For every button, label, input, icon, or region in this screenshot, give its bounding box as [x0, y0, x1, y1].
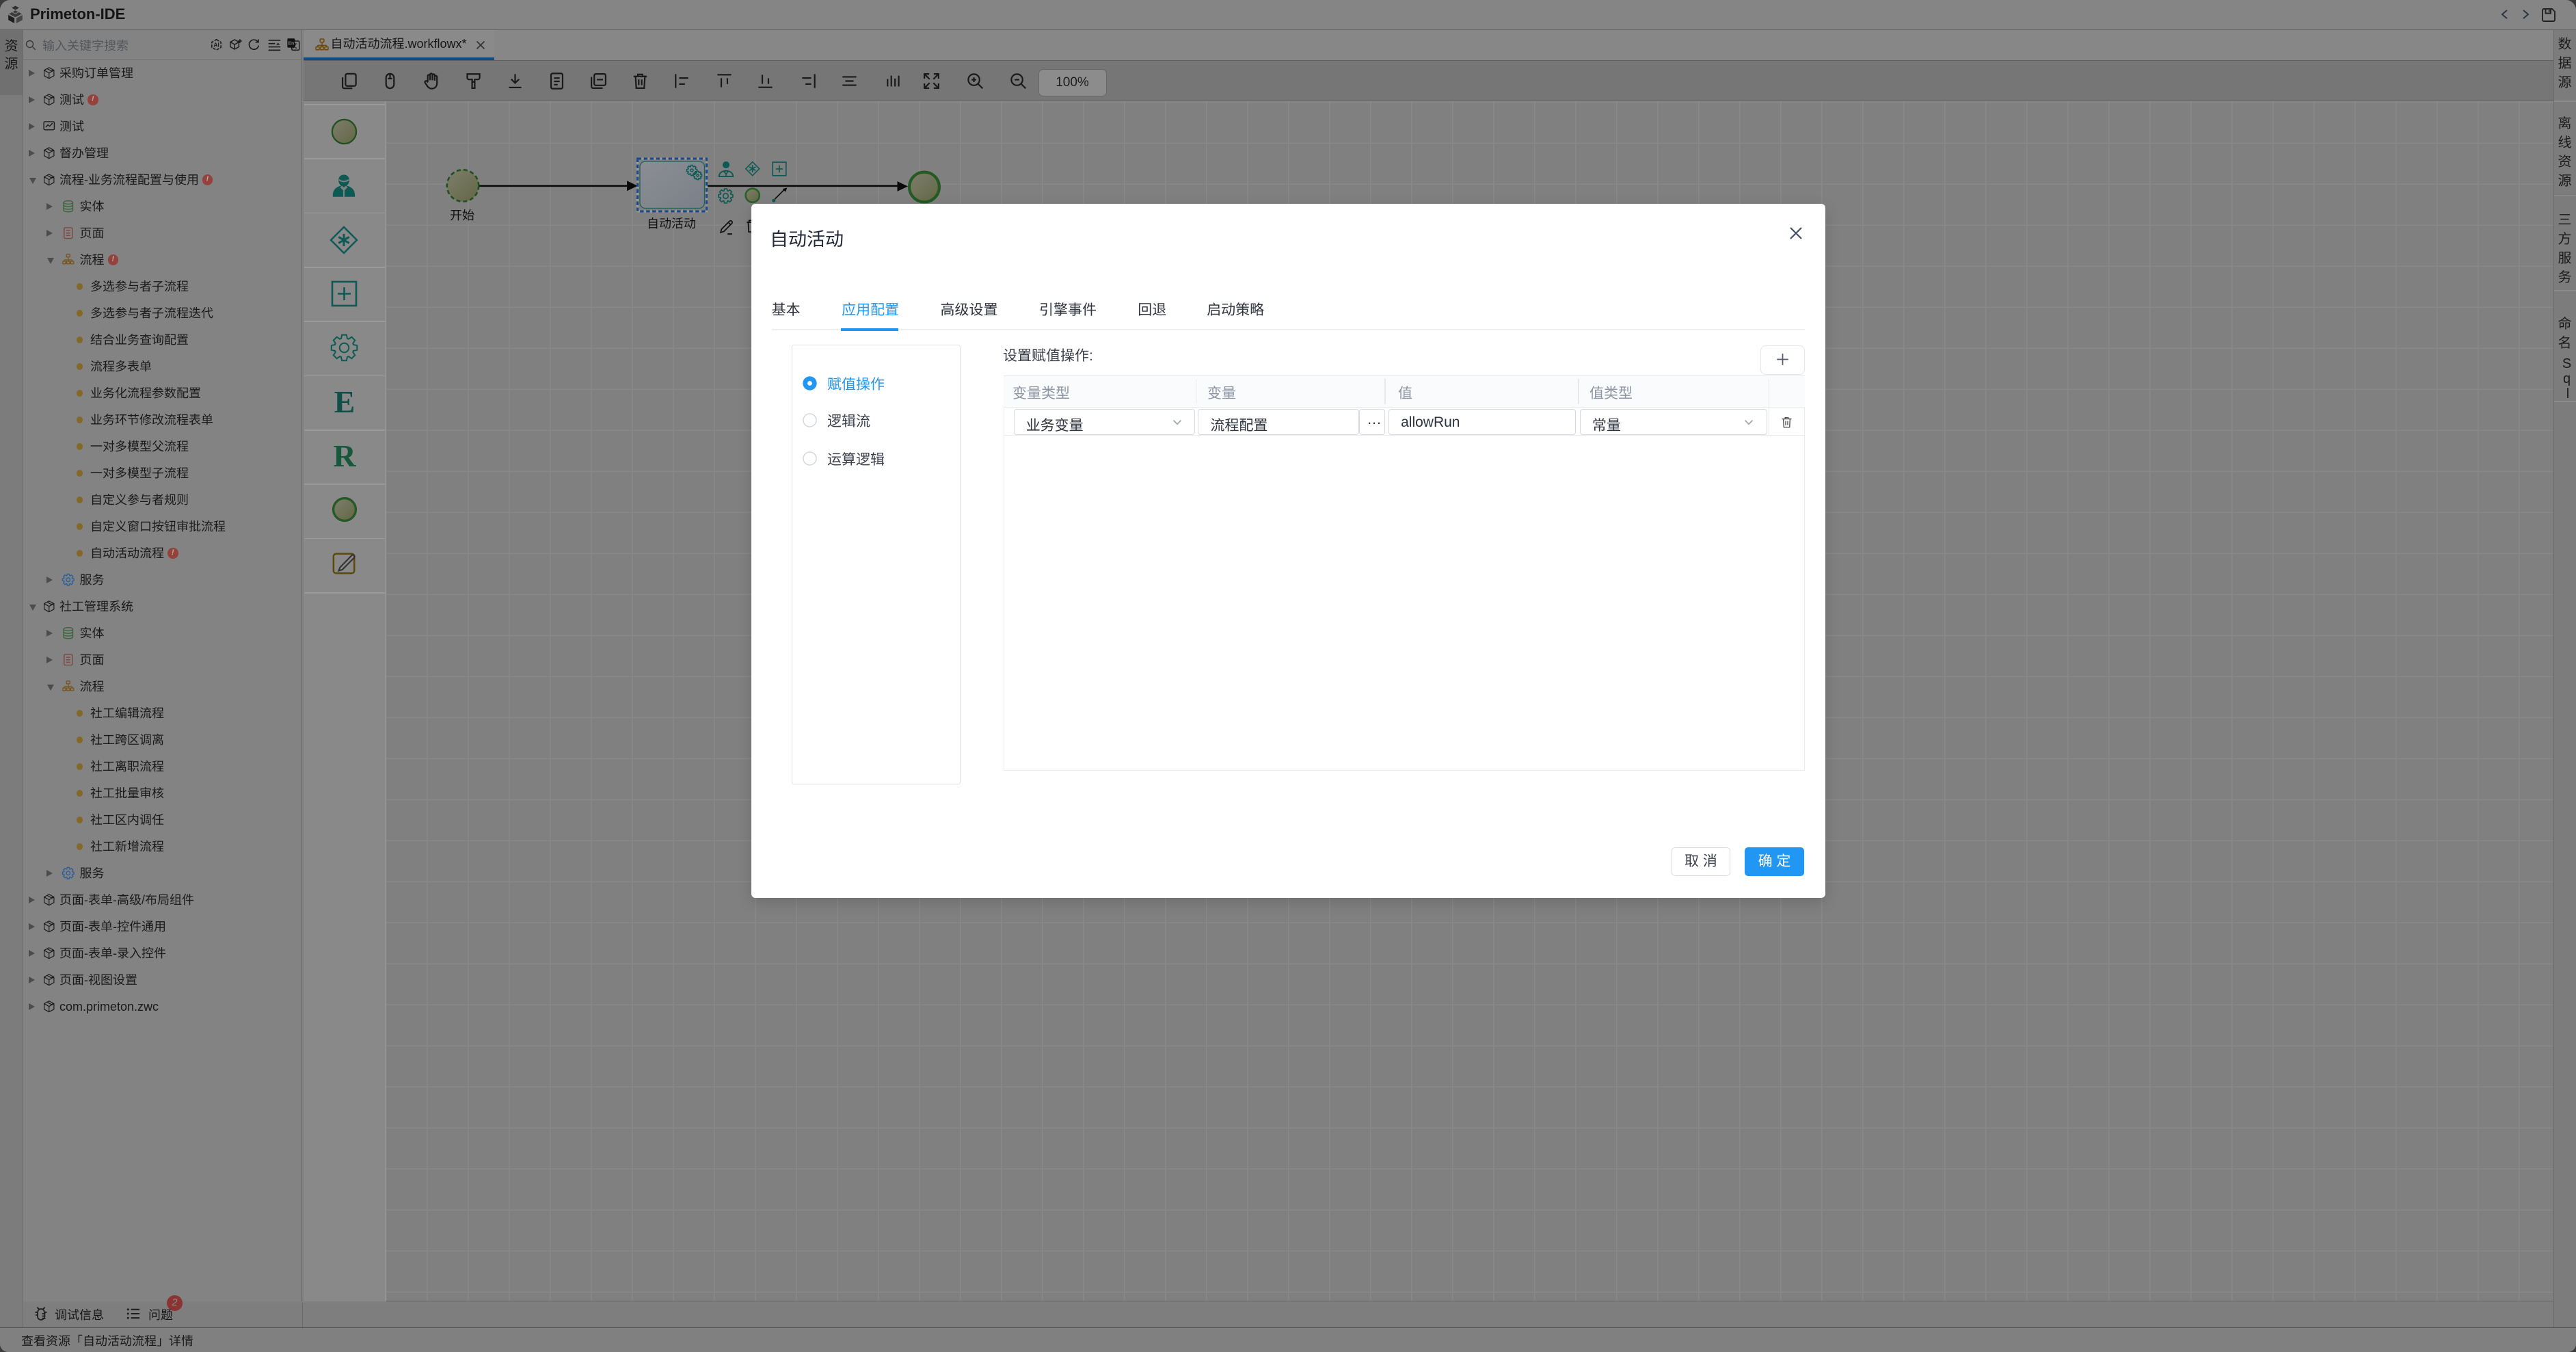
svg-text:En: En	[288, 41, 294, 46]
svg-text:AI: AI	[213, 42, 219, 49]
